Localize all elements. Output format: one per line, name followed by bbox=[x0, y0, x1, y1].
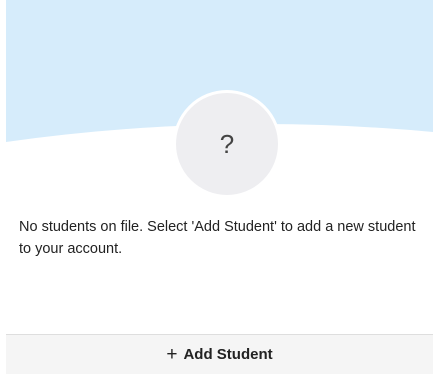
plus-icon: + bbox=[166, 344, 178, 365]
add-student-bar[interactable]: + Add Student bbox=[6, 334, 433, 374]
student-placeholder-avatar: ? bbox=[173, 90, 281, 198]
add-student-button[interactable]: + Add Student bbox=[166, 345, 272, 364]
question-mark-icon: ? bbox=[219, 128, 235, 159]
students-card: ? No students on file. Select 'Add Stude… bbox=[6, 0, 433, 374]
add-student-label: Add Student bbox=[183, 346, 273, 363]
empty-state-message: No students on file. Select 'Add Student… bbox=[19, 219, 416, 257]
